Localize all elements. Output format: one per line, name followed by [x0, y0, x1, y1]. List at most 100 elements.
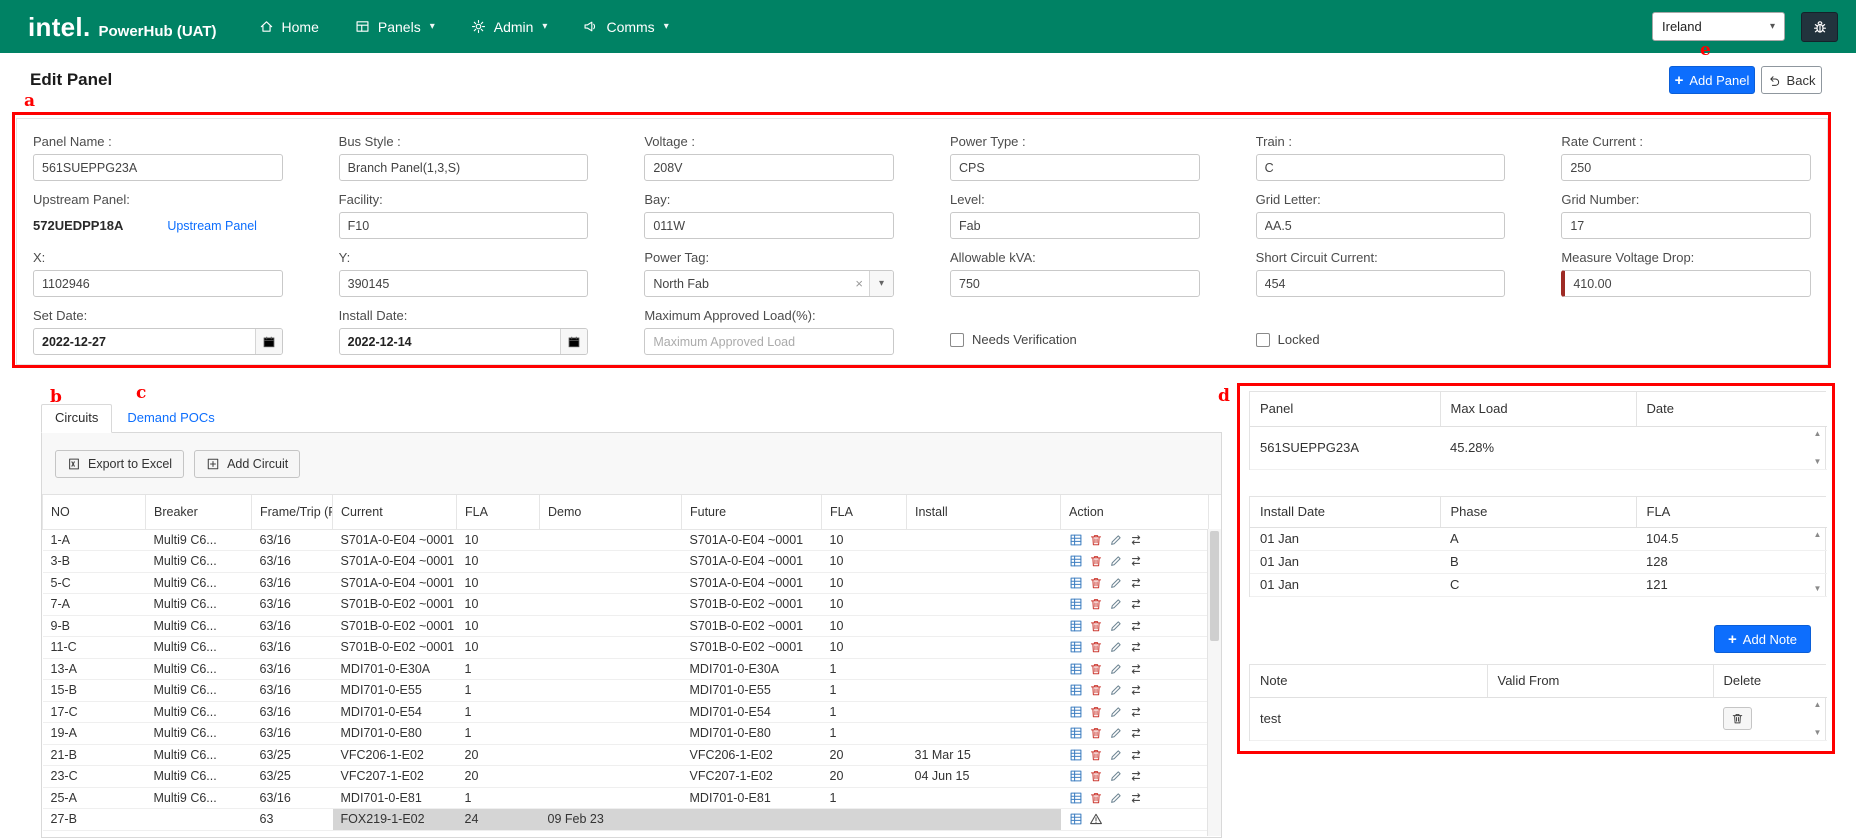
table-icon[interactable]	[1069, 683, 1083, 697]
pencil-icon[interactable]	[1109, 683, 1123, 697]
voltage-input[interactable]	[644, 154, 894, 181]
grid-letter-input[interactable]	[1256, 212, 1506, 239]
trash-icon[interactable]	[1089, 662, 1103, 676]
circuit-row-15-B[interactable]: 15-BMulti9 C6...63/16MDI701-0-E551MDI701…	[43, 680, 1209, 702]
nav-item-comms[interactable]: Comms▾	[569, 10, 682, 44]
swap-icon[interactable]	[1129, 662, 1143, 676]
short-circuit-current-input[interactable]	[1256, 270, 1506, 297]
circuit-row-11-C[interactable]: 11-CMulti9 C6...63/16S701B-0-E02 ~000110…	[43, 637, 1209, 659]
export-to-excel-button[interactable]: Export to Excel	[55, 450, 184, 478]
add-circuit-button[interactable]: Add Circuit	[194, 450, 300, 478]
column-header-fla-4[interactable]: FLA	[457, 495, 540, 529]
mini-scrollbar[interactable]: ▲▼	[1810, 697, 1825, 740]
scroll-up-icon[interactable]: ▲	[1814, 530, 1822, 539]
trash-icon[interactable]	[1089, 576, 1103, 590]
pencil-icon[interactable]	[1109, 705, 1123, 719]
train-input[interactable]	[1256, 154, 1506, 181]
swap-icon[interactable]	[1129, 554, 1143, 568]
calendar-icon[interactable]	[255, 329, 282, 354]
panel-name-input[interactable]	[33, 154, 283, 181]
swap-icon[interactable]	[1129, 640, 1143, 654]
column-header-action-9[interactable]: Action	[1061, 495, 1209, 529]
scrollbar-thumb[interactable]	[1210, 531, 1219, 641]
column-header-current-3[interactable]: Current	[333, 495, 457, 529]
swap-icon[interactable]	[1129, 619, 1143, 633]
nav-item-admin[interactable]: Admin▾	[457, 10, 562, 44]
table-icon[interactable]	[1069, 769, 1083, 783]
power-tag-combobox[interactable]: North Fab×▾	[644, 270, 894, 297]
trash-icon[interactable]	[1089, 619, 1103, 633]
circuit-row-17-C[interactable]: 17-CMulti9 C6...63/16MDI701-0-E541MDI701…	[43, 701, 1209, 723]
pencil-icon[interactable]	[1109, 533, 1123, 547]
table-icon[interactable]	[1069, 791, 1083, 805]
add-note-button[interactable]: + Add Note	[1714, 625, 1811, 653]
table-icon[interactable]	[1069, 619, 1083, 633]
trash-icon[interactable]	[1089, 533, 1103, 547]
circuit-row-25-A[interactable]: 25-AMulti9 C6...63/16MDI701-0-E811MDI701…	[43, 787, 1209, 809]
circuit-row-7-A[interactable]: 7-AMulti9 C6...63/16S701B-0-E02 ~000110S…	[43, 594, 1209, 616]
swap-icon[interactable]	[1129, 683, 1143, 697]
trash-icon[interactable]	[1089, 791, 1103, 805]
circuit-row-27-B[interactable]: 27-B63FOX219-1-E022409 Feb 23	[43, 809, 1209, 831]
pencil-icon[interactable]	[1109, 726, 1123, 740]
y-input[interactable]	[339, 270, 589, 297]
circuit-row-5-C[interactable]: 5-CMulti9 C6...63/16S701A-0-E04 ~000110S…	[43, 572, 1209, 594]
scroll-down-icon[interactable]: ▼	[1814, 457, 1822, 466]
trash-icon[interactable]	[1089, 597, 1103, 611]
scroll-down-icon[interactable]: ▼	[1814, 584, 1822, 593]
tab-circuits[interactable]: Circuits	[41, 404, 112, 433]
trash-icon[interactable]	[1089, 554, 1103, 568]
column-header-breaker-1[interactable]: Breaker	[146, 495, 252, 529]
swap-icon[interactable]	[1129, 597, 1143, 611]
pencil-icon[interactable]	[1109, 748, 1123, 762]
chevron-down-icon[interactable]: ▾	[869, 271, 893, 296]
column-header-install-8[interactable]: Install	[907, 495, 1061, 529]
mini-scrollbar[interactable]: ▲▼	[1810, 426, 1825, 469]
table-icon[interactable]	[1069, 726, 1083, 740]
vertical-scrollbar[interactable]	[1207, 529, 1221, 836]
back-button[interactable]: Back	[1761, 66, 1822, 94]
trash-icon[interactable]	[1089, 726, 1103, 740]
table-icon[interactable]	[1069, 812, 1083, 826]
trash-icon[interactable]	[1089, 748, 1103, 762]
scroll-up-icon[interactable]: ▲	[1814, 700, 1822, 709]
upstream-panel-link[interactable]: Upstream Panel	[167, 219, 257, 233]
column-header-frame-trip-poles-2[interactable]: Frame/Trip (Poles	[252, 495, 333, 529]
pencil-icon[interactable]	[1109, 619, 1123, 633]
clear-icon[interactable]: ×	[849, 276, 869, 291]
swap-icon[interactable]	[1129, 791, 1143, 805]
scroll-up-icon[interactable]: ▲	[1814, 429, 1822, 438]
tab-demand-pocs[interactable]: Demand POCs	[112, 405, 229, 432]
add-panel-button[interactable]: + Add Panel	[1669, 66, 1755, 94]
column-header-future-6[interactable]: Future	[682, 495, 822, 529]
table-icon[interactable]	[1069, 748, 1083, 762]
pencil-icon[interactable]	[1109, 597, 1123, 611]
pencil-icon[interactable]	[1109, 640, 1123, 654]
table-icon[interactable]	[1069, 597, 1083, 611]
column-header-no-0[interactable]: NO	[43, 495, 146, 529]
needs-verification-checkbox[interactable]	[950, 333, 964, 347]
table-icon[interactable]	[1069, 662, 1083, 676]
locked-checkbox-label[interactable]: Locked	[1256, 332, 1506, 347]
table-icon[interactable]	[1069, 533, 1083, 547]
trash-icon[interactable]	[1089, 640, 1103, 654]
calendar-icon[interactable]	[560, 329, 587, 354]
table-icon[interactable]	[1069, 554, 1083, 568]
circuit-row-9-B[interactable]: 9-BMulti9 C6...63/16S701B-0-E02 ~000110S…	[43, 615, 1209, 637]
measure-voltage-drop-input[interactable]	[1561, 270, 1811, 297]
allowable-kva-input[interactable]	[950, 270, 1200, 297]
bus-style-input[interactable]	[339, 154, 589, 181]
pencil-icon[interactable]	[1109, 576, 1123, 590]
column-header-demo-5[interactable]: Demo	[540, 495, 682, 529]
region-select[interactable]: Ireland ▾	[1652, 12, 1785, 41]
mini-scrollbar[interactable]: ▲▼	[1810, 527, 1825, 596]
circuit-row-1-A[interactable]: 1-AMulti9 C6...63/16S701A-0-E04 ~000110S…	[43, 529, 1209, 551]
swap-icon[interactable]	[1129, 705, 1143, 719]
circuit-row-21-B[interactable]: 21-BMulti9 C6...63/25VFC206-1-E0220VFC20…	[43, 744, 1209, 766]
locked-checkbox[interactable]	[1256, 333, 1270, 347]
swap-icon[interactable]	[1129, 769, 1143, 783]
circuit-row-3-B[interactable]: 3-BMulti9 C6...63/16S701A-0-E04 ~000110S…	[43, 551, 1209, 573]
swap-icon[interactable]	[1129, 533, 1143, 547]
table-icon[interactable]	[1069, 576, 1083, 590]
pencil-icon[interactable]	[1109, 769, 1123, 783]
